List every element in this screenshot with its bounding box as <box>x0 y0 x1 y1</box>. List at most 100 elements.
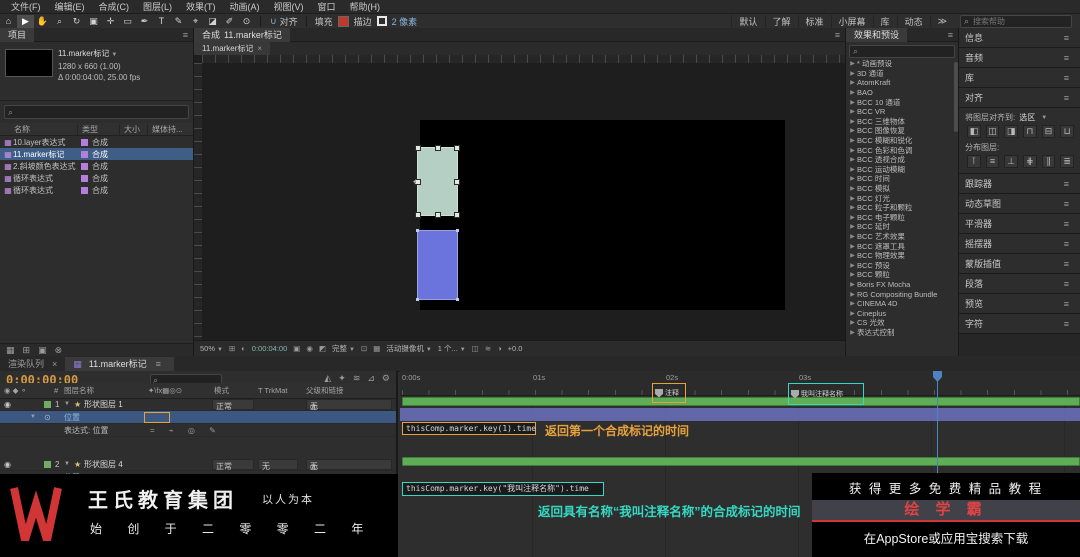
panel-menu-icon[interactable]: ≡ <box>1059 93 1074 103</box>
stroke-width-value[interactable]: 2 像素 <box>392 15 418 28</box>
channels-icon[interactable]: ◩ <box>319 344 326 353</box>
dock-panel-header[interactable]: 音频 ≡ <box>959 48 1080 68</box>
tab-composition-panel[interactable]: 合成 11.marker标记 <box>194 28 290 42</box>
workspace-tab[interactable]: 动态 <box>897 15 930 28</box>
chevron-right-icon[interactable]: ▶ <box>848 118 857 125</box>
layer-1-duration-bar[interactable] <box>402 397 1080 406</box>
panel-menu-icon[interactable]: ≡ <box>1059 53 1074 63</box>
panel-menu-icon[interactable]: ≡ <box>830 30 845 40</box>
selection-handle[interactable] <box>435 212 441 218</box>
workspace-tab[interactable]: 库 <box>873 15 897 28</box>
help-search[interactable]: ⌕ <box>960 15 1072 28</box>
distribute-top-icon[interactable]: ⊺ <box>967 155 981 168</box>
align-bottom-icon[interactable]: ⊔ <box>1060 125 1074 138</box>
path-point[interactable] <box>456 229 459 232</box>
align-right-icon[interactable]: ◨ <box>1004 125 1018 138</box>
layer-2-duration-bar[interactable] <box>402 457 1080 466</box>
shape-layer-2-rect[interactable] <box>417 230 458 300</box>
brush-tool-icon[interactable]: ✎ <box>170 15 187 28</box>
expression-field-1[interactable]: thisComp.marker.key(1).time <box>402 422 536 435</box>
dock-panel-header[interactable]: 跟踪器 ≡ <box>959 174 1080 194</box>
tab-timeline-comp[interactable]: ▦ 11.marker标记 ≡ <box>65 357 174 371</box>
effect-category[interactable]: ▶ Boris FX Mocha <box>846 280 958 290</box>
pen-tool-icon[interactable]: ✒ <box>136 15 153 28</box>
layer-name-header[interactable]: 图层名称 <box>64 383 94 398</box>
snapshot-icon[interactable]: ▣ <box>293 344 300 353</box>
anchor-point-icon[interactable]: ⌖ <box>413 177 418 188</box>
dock-panel-header[interactable]: 信息 ≡ <box>959 28 1080 48</box>
align-target-select[interactable]: 选区 <box>1019 112 1035 123</box>
pixel-aspect-icon[interactable]: ◫ <box>472 344 479 353</box>
selection-handle[interactable] <box>435 145 441 151</box>
chevron-right-icon[interactable]: ▶ <box>848 137 857 144</box>
layer-row-2[interactable]: ◉ 2 ▼ ★ 形状图层 4 正常 无 ◎ 无 <box>0 458 396 471</box>
home-icon[interactable]: ⌂ <box>0 15 17 28</box>
chevron-right-icon[interactable]: ▶ <box>848 300 857 307</box>
distribute-bottom-icon[interactable]: ⊥ <box>1004 155 1018 168</box>
layer-label-swatch[interactable] <box>44 401 51 408</box>
dock-panel-header[interactable]: 预览 ≡ <box>959 294 1080 314</box>
align-center-vertical-icon[interactable]: ⊟ <box>1042 125 1056 138</box>
path-point[interactable] <box>416 298 419 301</box>
close-icon[interactable]: × <box>257 42 262 55</box>
selection-handle[interactable] <box>454 212 460 218</box>
close-icon[interactable]: × <box>52 357 57 371</box>
workspace-tab[interactable]: 了解 <box>765 15 798 28</box>
panel-menu-icon[interactable]: ≡ <box>1059 259 1074 269</box>
blend-mode-select[interactable]: 正常 <box>212 459 254 470</box>
chevron-right-icon[interactable]: ▶ <box>848 319 857 326</box>
menu-item[interactable]: 效果(T) <box>179 0 223 13</box>
camera-view-select[interactable]: 活动摄像机▼ <box>386 343 431 354</box>
selection-handle[interactable] <box>454 179 460 185</box>
workspace-tab[interactable]: 默认 <box>731 15 764 28</box>
type-tool-icon[interactable]: T <box>153 15 170 28</box>
expression-row-1[interactable]: 表达式: 位置 = ⌁ ◎ ✎ <box>0 424 396 437</box>
distribute-horizontal-icon[interactable]: ∥ <box>1042 155 1056 168</box>
label-swatch[interactable] <box>81 175 88 182</box>
roto-brush-tool-icon[interactable]: ✐ <box>221 15 238 28</box>
parent-select[interactable]: ◎ 无 <box>306 459 392 470</box>
label-swatch[interactable] <box>81 163 88 170</box>
panel-menu-icon[interactable]: ≡ <box>1059 33 1074 43</box>
column-header[interactable]: 媒体持... <box>148 124 193 135</box>
menu-item[interactable]: 编辑(E) <box>48 0 92 13</box>
blend-mode-select[interactable]: 正常 <box>212 399 254 410</box>
selection-handle[interactable] <box>415 145 421 151</box>
panel-menu-icon[interactable]: ≡ <box>1059 199 1074 209</box>
property-name[interactable]: 位置 <box>64 411 80 424</box>
menu-item[interactable]: 帮助(H) <box>343 0 388 13</box>
view-layout-select[interactable]: 1 个...▼ <box>438 343 466 354</box>
column-header[interactable]: 大小 <box>120 124 148 135</box>
property-row-1[interactable]: ▼ ⊙ 位置 <box>0 411 396 424</box>
fast-previews-icon[interactable]: ≋ <box>485 344 491 353</box>
trkmat-header[interactable]: T TrkMat <box>258 383 287 398</box>
10.layer表达式[interactable]: ▦ 10.layer表达式 合成 <box>0 136 193 148</box>
align-left-icon[interactable]: ◧ <box>967 125 981 138</box>
chevron-right-icon[interactable]: ▶ <box>848 195 857 202</box>
pasteboard[interactable]: ⌖ <box>202 63 845 340</box>
chevron-right-icon[interactable]: ▶ <box>848 291 857 298</box>
project-settings-icon[interactable]: ▦ <box>6 345 15 356</box>
workspace-overflow[interactable]: ≫ <box>930 16 954 27</box>
stopwatch-icon[interactable]: ⊙ <box>44 411 51 424</box>
region-of-interest-icon[interactable]: ⊡ <box>361 344 367 353</box>
camera-tool-icon[interactable]: ▣ <box>85 15 102 28</box>
project-search[interactable]: ⌕ <box>4 105 189 119</box>
label-swatch[interactable] <box>81 151 88 158</box>
chevron-right-icon[interactable]: ▶ <box>848 60 857 67</box>
panel-menu-icon[interactable]: ≡ <box>1059 319 1074 329</box>
chevron-right-icon[interactable]: ▶ <box>848 223 857 230</box>
viewer-timecode[interactable]: 0:00:04:00 <box>252 344 287 353</box>
column-header[interactable]: 类型 <box>78 124 120 135</box>
label-swatch[interactable] <box>81 187 88 194</box>
fill-label[interactable]: 填充 <box>315 15 333 28</box>
playhead[interactable] <box>937 371 938 473</box>
chevron-right-icon[interactable]: ▶ <box>848 281 857 288</box>
exposure-value[interactable]: +0.0 <box>508 344 523 353</box>
menu-item[interactable]: 窗口 <box>311 0 343 13</box>
mode-header[interactable]: 模式 <box>214 383 229 398</box>
zoom-tool-icon[interactable]: ⌕ <box>51 15 68 28</box>
eye-icon[interactable]: ◉ <box>4 398 11 411</box>
index-header[interactable]: # <box>54 383 58 398</box>
panel-menu-icon[interactable]: ≡ <box>1059 179 1074 189</box>
